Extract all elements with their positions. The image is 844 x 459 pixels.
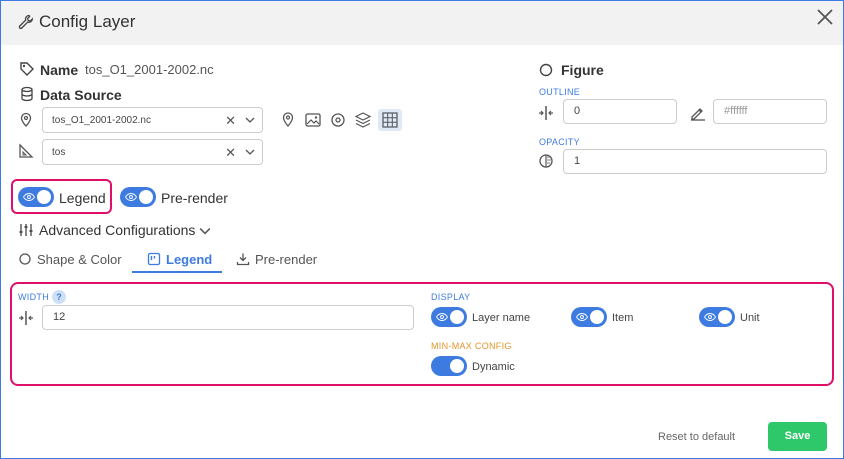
outline-color-input[interactable]: #ffffff [713, 99, 827, 124]
location-pin-icon [20, 112, 32, 127]
help-icon[interactable]: ? [52, 290, 66, 304]
layer-name-toggle[interactable] [431, 307, 467, 327]
opacity-input[interactable]: 1 [563, 149, 827, 174]
active-tab-indicator [132, 271, 222, 273]
image-layer-icon[interactable] [303, 110, 323, 130]
legend-toggle-label: Legend [59, 190, 106, 206]
clear-icon[interactable]: ✕ [225, 145, 236, 161]
unit-toggle[interactable] [699, 307, 735, 327]
tag-icon [20, 62, 34, 76]
pencil-icon[interactable] [690, 105, 706, 121]
ruler-triangle-icon [19, 143, 34, 158]
variable-select-value: tos [52, 147, 66, 158]
legend-width-input[interactable]: 12 [42, 305, 414, 330]
tab-shape-color[interactable]: Shape & Color [37, 252, 122, 267]
unit-label: Unit [740, 312, 760, 324]
advanced-config-toggle[interactable]: Advanced Configurations [39, 222, 195, 238]
prerender-toggle-label: Pre-render [161, 190, 228, 206]
width-label: WIDTH [18, 292, 49, 302]
config-layer-dialog: Config Layer Name tos_O1_2001-2002.nc Da… [0, 0, 844, 459]
database-icon [21, 86, 33, 102]
tab-prerender[interactable]: Pre-render [255, 252, 317, 267]
eye-icon [576, 313, 588, 321]
name-label: Name [40, 62, 79, 78]
legend-toggle[interactable] [18, 187, 54, 207]
clear-icon[interactable]: ✕ [225, 113, 236, 129]
data-source-label: Data Source [40, 87, 122, 103]
opacity-icon [539, 154, 553, 168]
outline-label: OUTLINE [539, 87, 581, 97]
chevron-down-icon[interactable] [245, 115, 255, 125]
stroke-width-icon [19, 311, 33, 325]
eye-icon [125, 193, 137, 201]
legend-panel-highlight [10, 282, 834, 386]
reset-to-default-button[interactable]: Reset to default [658, 431, 735, 443]
sliders-icon [19, 224, 33, 236]
eye-icon [23, 193, 35, 201]
dialog-title: Config Layer [39, 12, 136, 31]
file-select[interactable]: tos_O1_2001-2002.nc ✕ [42, 107, 263, 133]
display-label: DISPLAY [431, 292, 471, 302]
file-select-value: tos_O1_2001-2002.nc [52, 115, 151, 126]
circle-icon [19, 253, 31, 265]
opacity-label: OPACITY [539, 137, 580, 147]
save-button[interactable]: Save [768, 422, 827, 451]
item-toggle[interactable] [571, 307, 607, 327]
figure-label: Figure [561, 62, 604, 78]
stroke-width-icon [539, 106, 553, 120]
dialog-header: Config Layer [1, 1, 843, 45]
layer-name-label: Layer name [472, 312, 531, 324]
close-icon[interactable] [813, 5, 837, 29]
marker-layer-icon[interactable] [278, 110, 298, 130]
dynamic-label: Dynamic [472, 361, 515, 373]
item-label: Item [612, 312, 634, 324]
eye-icon [704, 313, 716, 321]
download-icon [236, 253, 250, 266]
variable-select[interactable]: tos ✕ [42, 139, 263, 165]
eye-icon [436, 313, 448, 321]
name-value: tos_O1_2001-2002.nc [85, 62, 214, 77]
chevron-down-icon[interactable] [245, 147, 255, 157]
legend-tab-icon [147, 252, 161, 266]
minmax-config-label: MIN-MAX CONFIG [431, 341, 512, 351]
dynamic-toggle[interactable] [431, 356, 467, 376]
circle-icon [539, 63, 553, 77]
tab-legend[interactable]: Legend [166, 252, 212, 267]
wrench-icon [18, 14, 34, 30]
layers-icon[interactable] [353, 110, 373, 130]
grid-layer-icon[interactable] [378, 109, 402, 131]
chevron-down-icon[interactable] [199, 225, 211, 237]
prerender-toggle[interactable] [120, 187, 156, 207]
target-layer-icon[interactable] [328, 110, 348, 130]
outline-width-input[interactable]: 0 [563, 99, 677, 124]
